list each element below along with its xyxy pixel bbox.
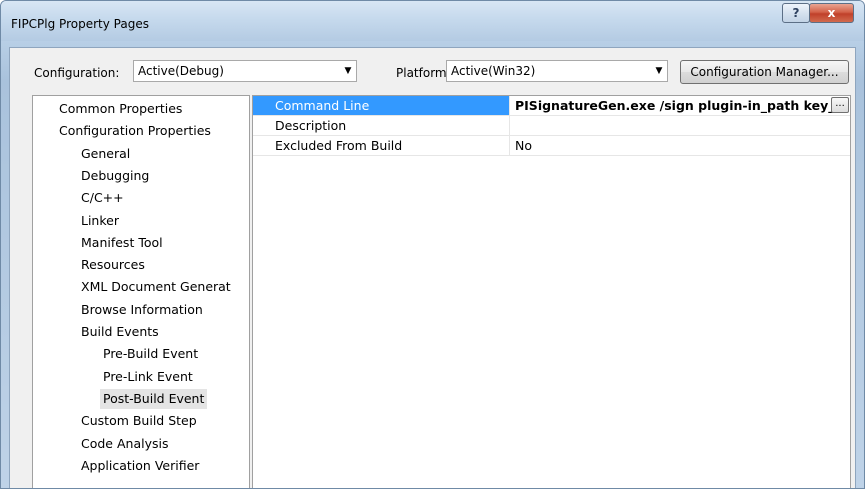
tree-item[interactable]: Manifest Tool	[81, 233, 163, 253]
chevron-down-icon: ▼	[655, 66, 663, 76]
property-row[interactable]: Description	[253, 116, 850, 136]
tree-item[interactable]: Configuration Properties	[59, 121, 211, 141]
tree-item[interactable]: Code Analysis	[81, 434, 168, 454]
tree-item[interactable]: Custom Build Step	[81, 411, 197, 431]
tree-item[interactable]: Pre-Build Event	[103, 344, 198, 364]
help-icon: ?	[792, 6, 800, 20]
close-icon: x	[827, 6, 836, 20]
property-name: Command Line	[253, 96, 510, 115]
platform-value: Active(Win32)	[451, 64, 536, 78]
configuration-manager-button[interactable]: Configuration Manager...	[680, 60, 849, 84]
property-value[interactable]	[511, 116, 850, 135]
tree-item[interactable]: Browse Information	[81, 300, 203, 320]
property-row[interactable]: Command Line PISignatureGen.exe /sign plu…	[253, 96, 850, 116]
window-title: FIPCPlg Property Pages	[11, 17, 149, 31]
tree-item[interactable]: Application Verifier	[81, 456, 199, 476]
tree-item[interactable]: Resources	[81, 255, 145, 275]
property-tree[interactable]: Common Properties Configuration Propertie…	[32, 95, 250, 488]
property-name: Excluded From Build	[253, 136, 510, 155]
ellipsis-button[interactable]: ...	[831, 97, 849, 113]
close-button[interactable]: x	[809, 3, 854, 23]
platform-label: Platform:	[396, 66, 451, 80]
platform-dropdown[interactable]: Active(Win32) ▼	[446, 60, 668, 82]
dialog-content: Configuration: Active(Debug) ▼ Platform:…	[9, 47, 856, 488]
help-button[interactable]: ?	[782, 3, 810, 23]
tree-item[interactable]: Post-Build Event	[100, 388, 208, 409]
tree-item[interactable]: XML Document Generat	[81, 277, 231, 297]
property-row[interactable]: Excluded From Build No	[253, 136, 850, 156]
configuration-label: Configuration:	[34, 66, 120, 80]
tree-item[interactable]: Linker	[81, 211, 119, 231]
tree-item[interactable]: Common Properties	[59, 99, 182, 119]
property-value[interactable]: No	[511, 136, 850, 155]
title-bar[interactable]: FIPCPlg Property Pages ? x	[1, 1, 864, 41]
chevron-down-icon: ▼	[344, 66, 352, 76]
property-pages-window: FIPCPlg Property Pages ? x Configuration…	[0, 0, 865, 489]
configuration-value: Active(Debug)	[138, 64, 224, 78]
tree-item[interactable]: C/C++	[81, 188, 124, 208]
property-name: Description	[253, 116, 510, 135]
tree-item[interactable]: Debugging	[81, 166, 149, 186]
property-grid[interactable]: Command Line PISignatureGen.exe /sign plu…	[252, 95, 851, 488]
tree-item[interactable]: General	[81, 144, 130, 164]
tree-item[interactable]: Build Events	[81, 322, 159, 342]
tree-item[interactable]: Pre-Link Event	[103, 367, 193, 387]
property-value[interactable]: PISignatureGen.exe /sign plugin-in_path …	[511, 96, 850, 115]
configuration-dropdown[interactable]: Active(Debug) ▼	[133, 60, 357, 82]
